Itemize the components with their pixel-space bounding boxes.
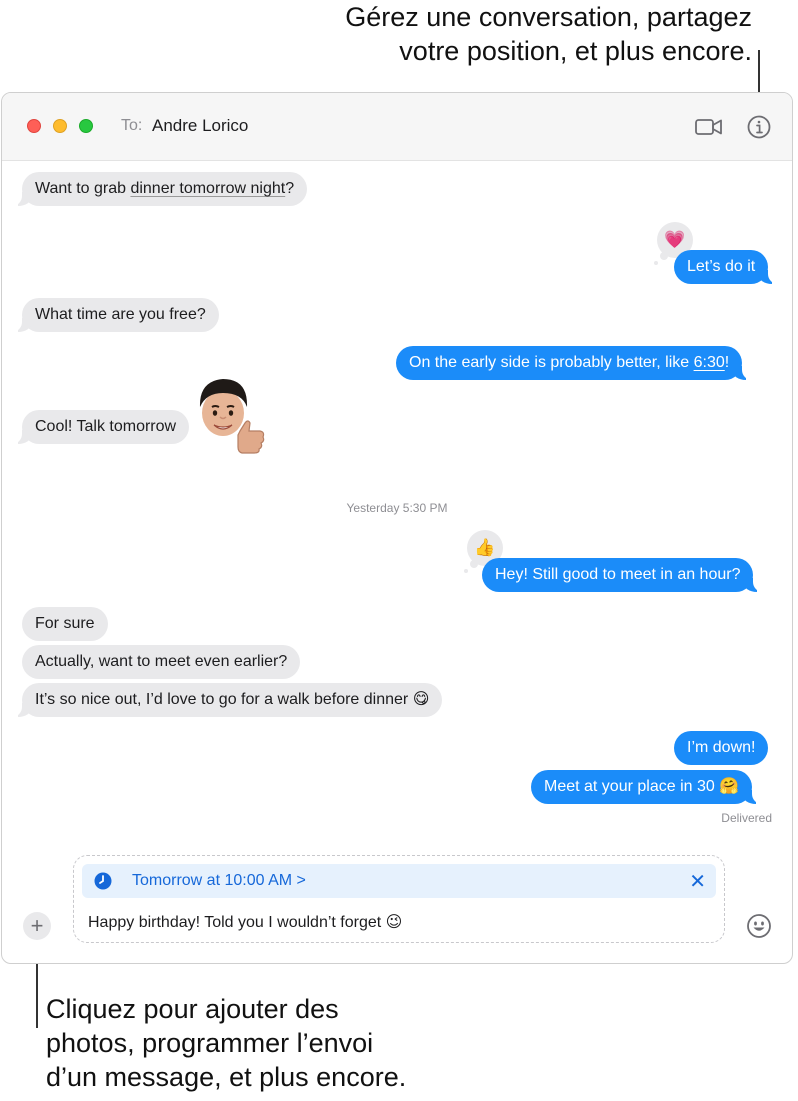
message-text: For sure bbox=[35, 615, 95, 632]
message-outgoing[interactable]: Hey! Still good to meet in an hour? bbox=[482, 558, 764, 592]
delivered-status: Delivered bbox=[721, 811, 772, 825]
callout-bottom-line3: d’un message, et plus encore. bbox=[46, 1062, 407, 1092]
zoom-window-button[interactable] bbox=[79, 119, 93, 133]
minimize-window-button[interactable] bbox=[53, 119, 67, 133]
thumbs-up-icon: 👍 bbox=[474, 538, 496, 557]
close-window-button[interactable] bbox=[27, 119, 41, 133]
heart-icon: 💗 bbox=[664, 230, 686, 249]
message-text: I’m down! bbox=[687, 739, 756, 756]
message-input[interactable]: Happy birthday! Told you I wouldn’t forg… bbox=[88, 912, 402, 932]
smiley-face-icon[interactable] bbox=[746, 913, 772, 939]
callout-bottom-line2: photos, programmer l’envoi bbox=[46, 1028, 374, 1058]
callout-top-line1: Gérez une conversation, partagez bbox=[345, 2, 752, 32]
messages-window: To: Andre Lorico Want to grab dinner tom… bbox=[1, 92, 793, 964]
callout-bottom: Cliquez pour ajouter des photos, program… bbox=[46, 992, 476, 1094]
facetime-button[interactable] bbox=[694, 113, 724, 141]
send-later-time[interactable]: Tomorrow at 10:00 AM > bbox=[132, 872, 306, 890]
message-incoming[interactable]: For sure bbox=[22, 607, 108, 641]
message-incoming[interactable]: Cool! Talk tomorrow bbox=[11, 410, 190, 444]
recipient-name[interactable]: Andre Lorico bbox=[152, 116, 248, 136]
message-text: What time are you free? bbox=[35, 306, 206, 323]
video-camera-icon bbox=[695, 119, 722, 135]
cancel-send-later-button[interactable]: ✕ bbox=[689, 869, 706, 894]
clock-icon bbox=[94, 872, 112, 890]
message-outgoing[interactable]: Let’s do it bbox=[674, 250, 779, 284]
message-text: Let’s do it bbox=[687, 258, 756, 275]
callout-top: Gérez une conversation, partagez votre p… bbox=[192, 0, 752, 68]
message-incoming[interactable]: What time are you free? bbox=[12, 298, 219, 332]
message-text: Actually, want to meet even earlier? bbox=[35, 653, 288, 670]
message-incoming[interactable]: Want to grab dinner tomorrow night? bbox=[11, 172, 308, 206]
message-text: On the early side is probably better, li… bbox=[409, 354, 694, 371]
message-outgoing[interactable]: On the early side is probably better, li… bbox=[396, 346, 753, 380]
memoji-sticker[interactable] bbox=[190, 373, 270, 459]
message-text: Cool! Talk tomorrow bbox=[35, 418, 177, 435]
message-outgoing[interactable]: I’m down! bbox=[674, 731, 769, 765]
callout-bottom-line1: Cliquez pour ajouter des bbox=[46, 994, 339, 1024]
callout-top-line2: votre position, et plus encore. bbox=[399, 36, 752, 66]
add-apps-button[interactable]: + bbox=[23, 912, 51, 940]
message-text: Meet at your place in 30 🤗 bbox=[544, 778, 740, 795]
details-button[interactable] bbox=[745, 113, 775, 141]
date-link[interactable]: dinner tomorrow night bbox=[130, 180, 285, 197]
send-later-bar[interactable]: Tomorrow at 10:00 AM > ✕ bbox=[82, 864, 716, 898]
info-icon bbox=[747, 115, 771, 139]
message-incoming[interactable]: Actually, want to meet even earlier? bbox=[22, 645, 301, 679]
message-text: Want to grab bbox=[35, 180, 131, 197]
to-label: To: bbox=[121, 117, 143, 134]
message-outgoing[interactable]: Meet at your place in 30 🤗 bbox=[531, 770, 763, 804]
title-bar: To: Andre Lorico bbox=[2, 93, 792, 161]
timestamp: Yesterday 5:30 PM bbox=[346, 501, 448, 515]
message-incoming[interactable]: It’s so nice out, I’d love to go for a w… bbox=[11, 683, 443, 717]
message-text: ? bbox=[285, 180, 295, 197]
message-text: ! bbox=[724, 354, 730, 371]
message-text: Hey! Still good to meet in an hour? bbox=[495, 566, 741, 583]
time-link[interactable]: 6:30 bbox=[694, 354, 725, 371]
message-text: It’s so nice out, I’d love to go for a w… bbox=[35, 691, 430, 708]
message-composer[interactable]: Tomorrow at 10:00 AM > ✕ Happy birthday!… bbox=[73, 855, 725, 943]
